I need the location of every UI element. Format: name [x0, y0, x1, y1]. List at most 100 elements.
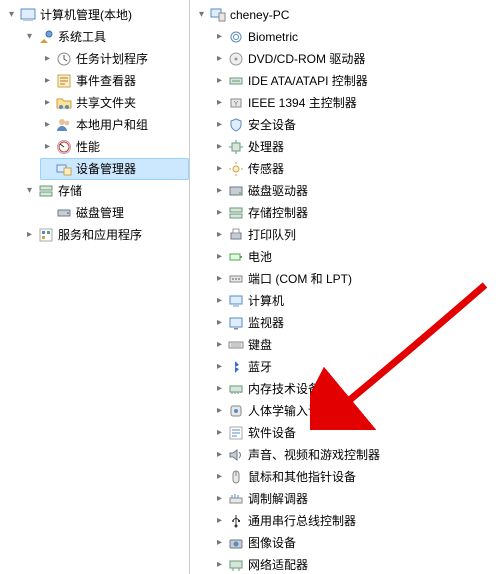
services-icon — [38, 227, 54, 243]
device-category[interactable]: ▸电池 — [212, 246, 500, 268]
label: 磁盘驱动器 — [247, 181, 309, 201]
chevron-right-icon[interactable]: ▸ — [214, 494, 225, 505]
chevron-right-icon[interactable]: ▸ — [214, 560, 225, 571]
local-users[interactable]: ▸ 本地用户和组 — [40, 114, 189, 136]
chevron-right-icon[interactable]: ▸ — [24, 230, 35, 241]
label: 网络适配器 — [247, 555, 309, 574]
chevron-right-icon[interactable]: ▸ — [214, 472, 225, 483]
device-category[interactable]: ▸YIEEE 1394 主控制器 — [212, 92, 500, 114]
disk-management[interactable]: 磁盘管理 — [40, 202, 189, 224]
chevron-right-icon[interactable]: ▸ — [214, 516, 225, 527]
event-viewer[interactable]: ▸ 事件查看器 — [40, 70, 189, 92]
chevron-right-icon[interactable]: ▸ — [214, 538, 225, 549]
chevron-right-icon[interactable]: ▸ — [214, 252, 225, 263]
chevron-right-icon[interactable]: ▸ — [214, 274, 225, 285]
chevron-right-icon[interactable]: ▸ — [42, 54, 53, 65]
chevron-down-icon[interactable]: ▾ — [24, 32, 35, 43]
device-category[interactable]: ▸ Biometric — [212, 26, 500, 48]
root-computer-mgmt[interactable]: ▾ 计算机管理(本地) — [4, 4, 189, 26]
label: 设备管理器 — [75, 159, 137, 179]
device-category[interactable]: ▸打印队列 — [212, 224, 500, 246]
device-category[interactable]: ▸监视器 — [212, 312, 500, 334]
services-apps[interactable]: ▸ 服务和应用程序 — [22, 224, 189, 246]
chevron-right-icon[interactable]: ▸ — [214, 428, 225, 439]
device-category[interactable]: ▸通用串行总线控制器 — [212, 510, 500, 532]
chevron-right-icon[interactable]: ▸ — [214, 54, 225, 65]
modem-icon — [228, 491, 244, 507]
device-category[interactable]: ▸计算机 — [212, 290, 500, 312]
device-manager[interactable]: 设备管理器 — [40, 158, 189, 180]
left-tree: ▾ 计算机管理(本地) ▾ 系统工具 — [0, 0, 190, 574]
device-category[interactable]: ▸人体学输入设备 — [212, 400, 500, 422]
chevron-right-icon[interactable]: ▸ — [42, 142, 53, 153]
computer-icon — [228, 293, 244, 309]
label: 服务和应用程序 — [57, 225, 143, 245]
device-category[interactable]: ▸鼠标和其他指针设备 — [212, 466, 500, 488]
device-category[interactable]: ▸ 存储控制器 — [212, 202, 500, 224]
chevron-right-icon[interactable]: ▸ — [214, 362, 225, 373]
chevron-right-icon[interactable]: ▸ — [214, 32, 225, 43]
device-category[interactable]: ▸内存技术设备 — [212, 378, 500, 400]
chevron-right-icon[interactable]: ▸ — [214, 186, 225, 197]
system-tools[interactable]: ▾ 系统工具 — [22, 26, 189, 48]
label: 软件设备 — [247, 423, 297, 443]
label: Biometric — [247, 27, 299, 47]
label: 键盘 — [247, 335, 273, 355]
chevron-right-icon[interactable]: ▸ — [214, 208, 225, 219]
label: 蓝牙 — [247, 357, 273, 377]
device-category[interactable]: ▸端口 (COM 和 LPT) — [212, 268, 500, 290]
chevron-right-icon[interactable]: ▸ — [42, 76, 53, 87]
chevron-right-icon[interactable]: ▸ — [214, 296, 225, 307]
chevron-right-icon[interactable]: ▸ — [214, 340, 225, 351]
chevron-right-icon[interactable]: ▸ — [42, 98, 53, 109]
label: 性能 — [75, 137, 101, 157]
label: 任务计划程序 — [75, 49, 149, 69]
device-category[interactable]: ▸ 软件设备 — [212, 422, 500, 444]
chevron-down-icon[interactable]: ▾ — [6, 10, 17, 21]
device-category[interactable]: ▸ 网络适配器 — [212, 554, 500, 574]
device-category[interactable]: ▸IDE ATA/ATAPI 控制器 — [212, 70, 500, 92]
chevron-right-icon[interactable]: ▸ — [214, 98, 225, 109]
device-category[interactable]: ▸ 磁盘驱动器 — [212, 180, 500, 202]
printer-icon — [228, 227, 244, 243]
label: 存储控制器 — [247, 203, 309, 223]
task-scheduler[interactable]: ▸ 任务计划程序 — [40, 48, 189, 70]
battery-icon — [228, 249, 244, 265]
shared-folders[interactable]: ▸ 共享文件夹 — [40, 92, 189, 114]
chevron-right-icon[interactable]: ▸ — [214, 164, 225, 175]
device-category[interactable]: ▸图像设备 — [212, 532, 500, 554]
chevron-right-icon[interactable]: ▸ — [214, 450, 225, 461]
chevron-down-icon[interactable]: ▾ — [24, 186, 35, 197]
chevron-right-icon[interactable]: ▸ — [214, 318, 225, 329]
chevron-right-icon[interactable]: ▸ — [214, 76, 225, 87]
chevron-right-icon[interactable]: ▸ — [214, 120, 225, 131]
device-category[interactable]: ▸声音、视频和游戏控制器 — [212, 444, 500, 466]
chevron-right-icon[interactable]: ▸ — [42, 120, 53, 131]
chevron-right-icon[interactable]: ▸ — [214, 406, 225, 417]
storage-icon — [228, 205, 244, 221]
sensor-icon — [228, 161, 244, 177]
chevron-right-icon[interactable]: ▸ — [214, 384, 225, 395]
pc-root[interactable]: ▾ cheney-PC — [194, 4, 500, 26]
chevron-right-icon[interactable]: ▸ — [214, 230, 225, 241]
chevron-right-icon[interactable]: ▸ — [214, 142, 225, 153]
device-category[interactable]: ▸ 键盘 — [212, 334, 500, 356]
disc-icon — [228, 51, 244, 67]
label: 磁盘管理 — [75, 203, 125, 223]
folder-share-icon — [56, 95, 72, 111]
network-icon — [228, 557, 244, 573]
users-icon — [56, 117, 72, 133]
device-category[interactable]: ▸安全设备 — [212, 114, 500, 136]
imaging-icon — [228, 535, 244, 551]
performance[interactable]: ▸ 性能 — [40, 136, 189, 158]
device-category[interactable]: ▸传感器 — [212, 158, 500, 180]
storage[interactable]: ▾ 存储 — [22, 180, 189, 202]
disk-icon — [228, 183, 244, 199]
device-category[interactable]: ▸调制解调器 — [212, 488, 500, 510]
label: 存储 — [57, 181, 83, 201]
device-category[interactable]: ▸DVD/CD-ROM 驱动器 — [212, 48, 500, 70]
chevron-down-icon[interactable]: ▾ — [196, 10, 207, 21]
biometric-icon — [228, 29, 244, 45]
device-category[interactable]: ▸处理器 — [212, 136, 500, 158]
device-category[interactable]: ▸ 蓝牙 — [212, 356, 500, 378]
